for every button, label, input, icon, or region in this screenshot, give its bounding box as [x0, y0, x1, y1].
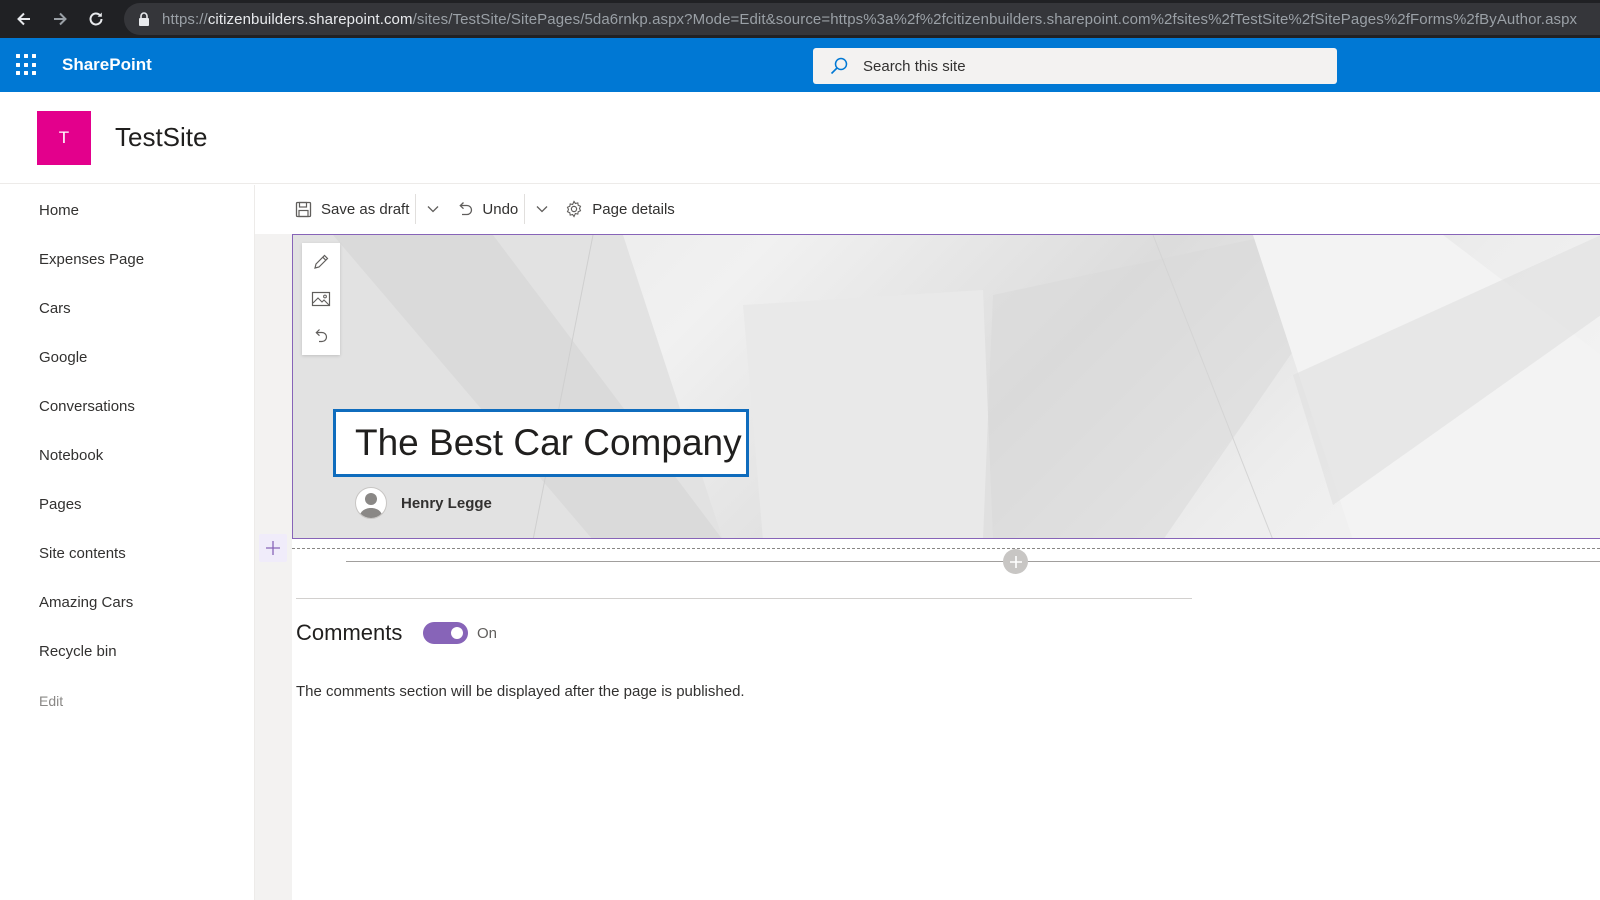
- site-search[interactable]: [813, 48, 1337, 84]
- url-text: https://citizenbuilders.sharepoint.com/s…: [162, 11, 1577, 28]
- search-icon: [830, 57, 848, 75]
- gear-icon: [567, 200, 582, 218]
- comments-divider: [296, 598, 1192, 599]
- page-title: The Best Car Company: [355, 422, 742, 463]
- undo-icon: [459, 201, 473, 215]
- nav-item-cars[interactable]: Cars: [39, 300, 71, 317]
- save-as-draft-label: Save as draft: [321, 200, 410, 218]
- page-details-button[interactable]: Page details: [559, 192, 681, 226]
- title-edit-toolbar: [302, 243, 340, 355]
- url-scheme: https://: [162, 10, 208, 28]
- add-section-button[interactable]: [259, 534, 287, 562]
- site-header: T TestSite: [0, 92, 1600, 184]
- title-region[interactable]: The Best Car Company Henry Legge: [292, 234, 1600, 539]
- person-icon: [355, 487, 387, 519]
- reset-icon: [315, 328, 328, 342]
- undo-button[interactable]: Undo: [450, 192, 524, 226]
- nav-item-home[interactable]: Home: [39, 202, 79, 219]
- nav-item-amazing-cars[interactable]: Amazing Cars: [39, 594, 133, 611]
- command-bar: Save as draft Undo Page details: [255, 185, 1600, 233]
- undo-options-chevron-down-icon[interactable]: [525, 192, 559, 226]
- nav-edit-link[interactable]: Edit: [39, 693, 63, 709]
- section-divider-line: [346, 561, 1600, 562]
- nav-item-pages[interactable]: Pages: [39, 496, 82, 513]
- lock-icon: [134, 11, 154, 27]
- reload-icon[interactable]: [78, 0, 114, 38]
- pencil-icon: [314, 254, 329, 269]
- add-web-part-button[interactable]: [1003, 549, 1028, 574]
- plus-icon: [1009, 555, 1022, 568]
- forward-arrow-icon[interactable]: [42, 0, 78, 38]
- search-input[interactable]: [863, 57, 1263, 75]
- site-logo[interactable]: T: [37, 111, 91, 165]
- plus-icon: [266, 541, 280, 555]
- site-title[interactable]: TestSite: [115, 122, 208, 153]
- reset-image-button[interactable]: [302, 317, 340, 354]
- author-byline[interactable]: Henry Legge: [355, 487, 492, 519]
- left-navigation: Home Expenses Page Cars Google Conversat…: [0, 185, 255, 900]
- save-options-chevron-down-icon[interactable]: [416, 192, 450, 226]
- page-details-label: Page details: [592, 200, 675, 218]
- nav-item-conversations[interactable]: Conversations: [39, 398, 135, 415]
- nav-item-site-contents[interactable]: Site contents: [39, 545, 126, 562]
- comments-toggle-label: On: [477, 625, 498, 642]
- canvas-gutter: [255, 234, 292, 900]
- browser-toolbar: https://citizenbuilders.sharepoint.com/s…: [0, 0, 1600, 38]
- url-path: /sites/TestSite/SitePages/5da6rnkp.aspx?…: [412, 10, 1578, 28]
- save-icon: [295, 201, 312, 217]
- section-boundary: [292, 548, 1600, 549]
- comments-heading: Comments: [296, 620, 403, 645]
- change-image-button[interactable]: [302, 280, 340, 317]
- save-as-draft-button[interactable]: Save as draft: [289, 192, 415, 226]
- nav-item-notebook[interactable]: Notebook: [39, 447, 103, 464]
- nav-item-google[interactable]: Google: [39, 349, 87, 366]
- back-arrow-icon[interactable]: [6, 0, 42, 38]
- app-launcher-icon[interactable]: [16, 54, 38, 76]
- undo-label: Undo: [482, 200, 519, 218]
- comments-toggle[interactable]: [423, 622, 468, 644]
- address-bar[interactable]: https://citizenbuilders.sharepoint.com/s…: [124, 3, 1600, 35]
- author-name: Henry Legge: [401, 494, 492, 512]
- page-title-input[interactable]: The Best Car Company: [333, 409, 749, 477]
- nav-item-expenses-page[interactable]: Expenses Page: [39, 251, 144, 268]
- comments-note: The comments section will be displayed a…: [296, 683, 745, 700]
- image-icon: [311, 291, 331, 306]
- edit-web-part-button[interactable]: [302, 243, 340, 280]
- nav-item-recycle-bin[interactable]: Recycle bin: [39, 643, 117, 660]
- url-host: citizenbuilders.sharepoint.com: [207, 10, 413, 28]
- suite-bar: SharePoint: [0, 38, 1600, 92]
- toggle-knob: [451, 627, 463, 639]
- brand-name[interactable]: SharePoint: [62, 55, 152, 75]
